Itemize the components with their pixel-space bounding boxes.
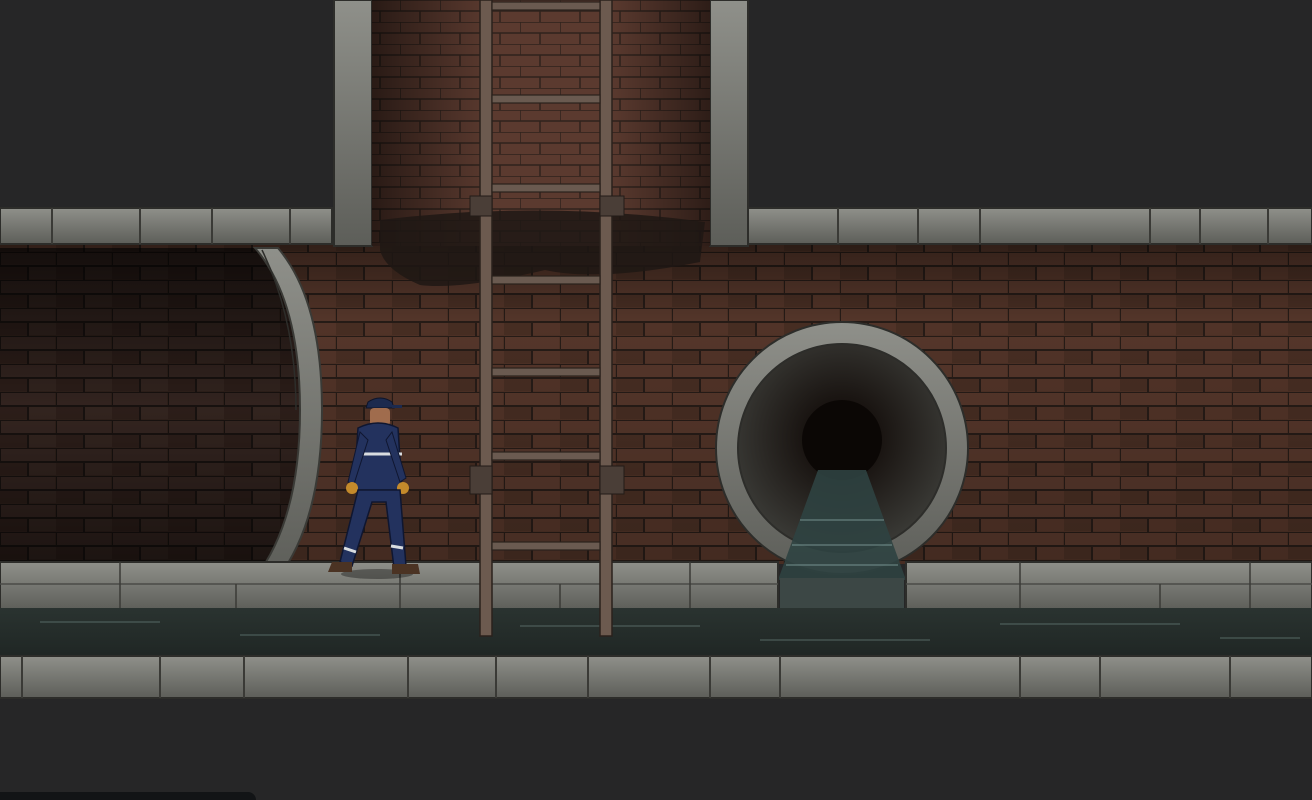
water-channel bbox=[0, 608, 1312, 658]
upper-ledge-left bbox=[0, 207, 333, 245]
sewer-level bbox=[0, 0, 1312, 699]
walkway-right bbox=[905, 561, 1312, 611]
game-scene bbox=[0, 0, 1312, 800]
front-curb bbox=[0, 655, 1312, 699]
drain-step bbox=[780, 578, 904, 610]
vertical-shaft bbox=[333, 0, 749, 286]
upper-ledge-right bbox=[747, 207, 1312, 245]
walkway-left bbox=[0, 561, 779, 611]
left-tunnel bbox=[0, 247, 324, 579]
bottom-overlay-bar bbox=[0, 792, 256, 800]
